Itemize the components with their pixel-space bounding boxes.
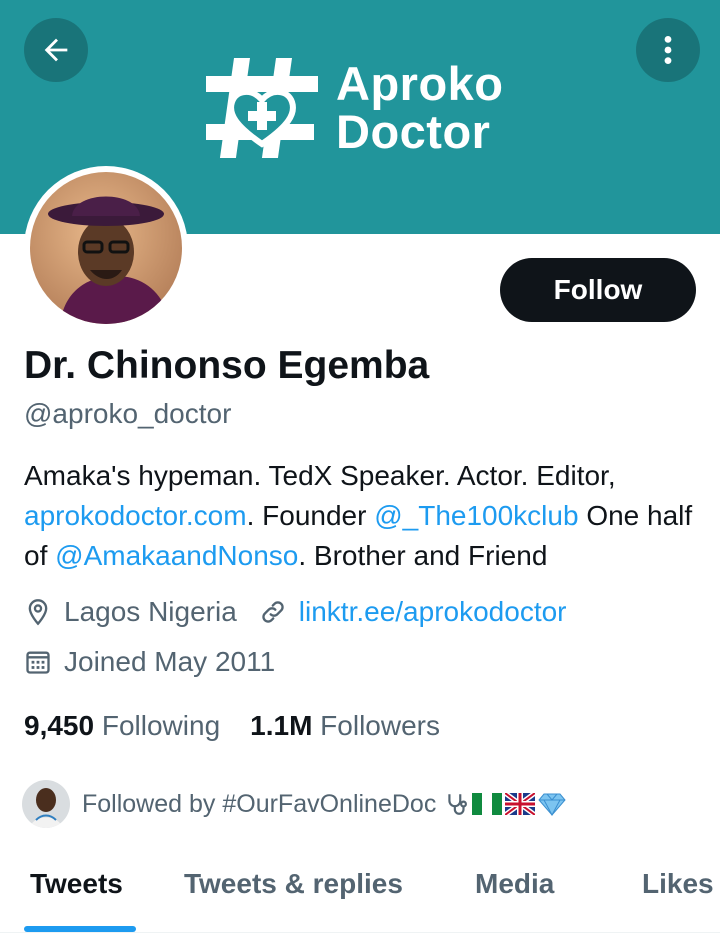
bio-link-website[interactable]: aprokodoctor.com [24,500,247,531]
tab-likes[interactable]: Likes [642,868,714,900]
bio-text-4: . Brother and Friend [298,540,548,571]
uk-flag-icon [505,793,536,815]
bio-link-the100kclub[interactable]: @_The100kclub [374,500,578,531]
followers-label: Followers [320,710,440,741]
profile-meta-row: Lagos Nigeria linktr.ee/aprokodoctor [24,596,567,628]
website-item[interactable]: linktr.ee/aprokodoctor [259,596,567,628]
followed-by-emojis [444,791,566,817]
logo-text-line2: Doctor [336,105,491,158]
bio-text-2: . Founder [246,500,375,531]
nigeria-flag-icon [472,793,503,815]
joined-row: Joined May 2011 [24,646,275,678]
tab-tweets-and-replies[interactable]: Tweets & replies [184,868,403,900]
link-icon [262,601,284,623]
following-count: 9,450 [24,710,95,741]
more-vertical-icon [664,35,672,65]
location-pin-icon [28,599,48,626]
tabs-divider [0,932,720,933]
profile-tabs: Tweets Tweets & replies Media Likes [0,858,720,932]
logo-text-line1: Aproko [336,57,504,110]
website-link[interactable]: linktr.ee/aprokodoctor [299,596,567,628]
joined-text: Joined May 2011 [64,646,276,677]
follower-avatar [22,780,70,828]
bio-text-1: Amaka's hypeman. TedX Speaker. Actor. Ed… [24,460,616,491]
more-options-button[interactable] [636,18,700,82]
arrow-left-icon [44,38,68,62]
calendar-icon [26,651,50,674]
followed-by-text: Followed by #OurFavOnlineDoc [82,789,437,818]
avatar-photo [30,172,182,324]
profile-bio: Amaka's hypeman. TedX Speaker. Actor. Ed… [24,456,704,576]
profile-avatar[interactable] [24,166,188,330]
follow-button[interactable]: Follow [500,258,696,322]
follow-stats: 9,450 Following 1.1M Followers [24,710,440,742]
gem-icon [538,793,566,816]
profile-handle: @aproko_doctor [24,398,232,429]
followers-stat[interactable]: 1.1M Followers [250,710,440,742]
following-label: Following [101,710,221,741]
location-item: Lagos Nigeria [24,596,237,628]
back-button[interactable] [24,18,88,82]
profile-name: Dr. Chinonso Egemba [24,344,430,387]
following-stat[interactable]: 9,450 Following [24,710,220,742]
bio-link-amakaandnonso[interactable]: @AmakaandNonso [55,540,298,571]
followers-count: 1.1M [250,710,313,741]
followed-by-row[interactable]: Followed by #OurFavOnlineDoc [22,780,566,828]
aproko-doctor-logo: Aproko Doctor [206,58,504,158]
tab-tweets[interactable]: Tweets [30,868,123,900]
tab-media[interactable]: Media [475,868,554,900]
stethoscope-icon [448,794,468,815]
hashtag-heart-logo-icon [206,58,318,158]
location-text: Lagos Nigeria [64,596,237,627]
